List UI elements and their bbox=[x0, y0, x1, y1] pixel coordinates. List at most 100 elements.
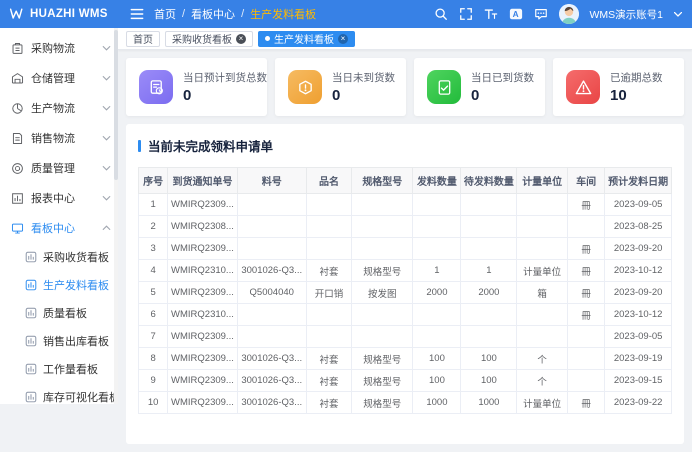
table-cell bbox=[461, 238, 517, 260]
logo-icon bbox=[9, 7, 25, 21]
table-cell: 9 bbox=[139, 370, 168, 392]
table-cell: 计量单位 bbox=[517, 392, 568, 414]
sidebar-item[interactable]: 采购物流 bbox=[0, 33, 118, 63]
tabs-bar: 首页采购收货看板× 生产发料看板 × bbox=[118, 28, 692, 50]
stat-card-icon-box bbox=[288, 70, 322, 104]
message-icon[interactable] bbox=[534, 7, 548, 21]
table-cell: 3001026-Q3... bbox=[237, 392, 306, 414]
sidebar-item[interactable]: 质量管理 bbox=[0, 153, 118, 183]
table-cell bbox=[306, 326, 351, 348]
user-name[interactable]: WMS演示账号1 bbox=[590, 7, 664, 22]
chevron-down-icon[interactable] bbox=[674, 12, 682, 17]
table-cell: 2023-09-15 bbox=[605, 370, 672, 392]
table-cell bbox=[413, 216, 461, 238]
table-cell: 100 bbox=[413, 348, 461, 370]
box-alert-icon bbox=[297, 79, 314, 96]
stat-card: 当日预计到货总数 0 bbox=[126, 58, 267, 116]
table-cell bbox=[461, 194, 517, 216]
sidebar-toggle-icon[interactable] bbox=[130, 7, 144, 21]
table-cell: 1 bbox=[139, 194, 168, 216]
table-cell: 3001026-Q3... bbox=[237, 260, 306, 282]
tab[interactable]: 首页 bbox=[126, 31, 160, 47]
stat-card-text: 当日已到货数0 bbox=[471, 70, 534, 104]
tab-close-icon[interactable]: × bbox=[236, 34, 246, 44]
table-cell bbox=[352, 216, 413, 238]
search-icon[interactable] bbox=[434, 7, 448, 21]
sidebar-item-label: 仓储管理 bbox=[31, 70, 102, 86]
delivery-note-icon bbox=[148, 79, 165, 96]
table-cell bbox=[517, 326, 568, 348]
table-cell: WMIRQ2309... bbox=[168, 392, 237, 414]
translate-icon[interactable]: A bbox=[509, 7, 523, 21]
sidebar-subitem[interactable]: 库存可视化看板 bbox=[0, 383, 118, 411]
sidebar-item[interactable]: 看板中心 bbox=[0, 213, 118, 243]
stat-card-value: 0 bbox=[183, 87, 267, 104]
sidebar-subitem[interactable]: 生产发料看板 bbox=[0, 271, 118, 299]
stat-card: 当日未到货数 0 bbox=[275, 58, 406, 116]
app-logo[interactable]: HUAZHI WMS bbox=[0, 7, 118, 21]
sidebar-subitem-label: 销售出库看板 bbox=[43, 333, 118, 349]
sidebar-subitem[interactable]: 销售出库看板 bbox=[0, 327, 118, 355]
sidebar-subitem[interactable]: 工作量看板 bbox=[0, 355, 118, 383]
stat-card-label: 当日预计到货总数 bbox=[183, 70, 267, 85]
sidebar-scrollbar[interactable] bbox=[114, 28, 118, 404]
user-avatar[interactable] bbox=[559, 4, 579, 24]
table-row: 6WMIRQ2310...冊2023-10-12 bbox=[139, 304, 672, 326]
sidebar-scrollbar-thumb[interactable] bbox=[114, 30, 118, 180]
kanban-chart-icon bbox=[25, 335, 37, 347]
column-header: 品名 bbox=[306, 168, 351, 194]
stat-card-label: 当日未到货数 bbox=[332, 70, 395, 85]
sidebar-item-label: 采购物流 bbox=[31, 40, 102, 56]
breadcrumb-item[interactable]: 看板中心 bbox=[191, 6, 235, 22]
table-cell: 个 bbox=[517, 370, 568, 392]
kanban-chart-icon bbox=[25, 279, 37, 291]
quality-icon bbox=[11, 162, 24, 175]
chevron-down-icon bbox=[102, 74, 111, 83]
sidebar-subitem[interactable]: 质量看板 bbox=[0, 299, 118, 327]
table-cell: WMIRQ2310... bbox=[168, 304, 237, 326]
table-cell: 衬套 bbox=[306, 348, 351, 370]
sidebar-item-label: 报表中心 bbox=[31, 190, 102, 206]
stat-card-value: 0 bbox=[332, 87, 395, 104]
font-size-icon[interactable] bbox=[484, 7, 498, 21]
chevron-down-icon bbox=[102, 104, 111, 113]
table-cell: 2000 bbox=[413, 282, 461, 304]
table-cell: 计量单位 bbox=[517, 260, 568, 282]
tab[interactable]: 采购收货看板× bbox=[165, 31, 253, 47]
sidebar-item[interactable]: 销售物流 bbox=[0, 123, 118, 153]
table-cell: 10 bbox=[139, 392, 168, 414]
table-cell: 箱 bbox=[517, 282, 568, 304]
dashboard-icon bbox=[11, 222, 24, 235]
table-cell bbox=[352, 304, 413, 326]
tab-close-icon[interactable]: × bbox=[338, 34, 348, 44]
sidebar-item[interactable]: 仓储管理 bbox=[0, 63, 118, 93]
breadcrumb-item[interactable]: 生产发料看板 bbox=[250, 6, 316, 22]
table-cell: 1 bbox=[413, 260, 461, 282]
table-cell: 规格型号 bbox=[352, 392, 413, 414]
column-header: 发料数量 bbox=[413, 168, 461, 194]
table-cell: 冊 bbox=[568, 194, 605, 216]
table-cell: 100 bbox=[413, 370, 461, 392]
table-cell bbox=[413, 304, 461, 326]
kanban-chart-icon bbox=[25, 363, 37, 375]
tab-label: 生产发料看板 bbox=[274, 31, 334, 46]
column-header: 预计发料日期 bbox=[605, 168, 672, 194]
fullscreen-icon[interactable] bbox=[459, 7, 473, 21]
table-cell: 3001026-Q3... bbox=[237, 370, 306, 392]
table-cell: WMIRQ2309... bbox=[168, 238, 237, 260]
title-accent-bar bbox=[138, 140, 141, 152]
doc-check-icon bbox=[436, 79, 453, 96]
sidebar-item[interactable]: 生产物流 bbox=[0, 93, 118, 123]
sidebar-subitem-label: 工作量看板 bbox=[43, 361, 118, 377]
table-cell bbox=[517, 194, 568, 216]
sidebar-subitem-label: 生产发料看板 bbox=[43, 277, 118, 293]
sidebar-item[interactable]: 报表中心 bbox=[0, 183, 118, 213]
tab[interactable]: 生产发料看板 × bbox=[258, 31, 355, 47]
table-cell: 冊 bbox=[568, 304, 605, 326]
sidebar-subitem[interactable]: 采购收货看板 bbox=[0, 243, 118, 271]
breadcrumb-item[interactable]: 首页 bbox=[154, 6, 176, 22]
breadcrumb: 首页/看板中心/生产发料看板 bbox=[154, 6, 316, 22]
table-cell bbox=[517, 304, 568, 326]
breadcrumb-separator: / bbox=[182, 8, 185, 20]
table-cell: 1000 bbox=[461, 392, 517, 414]
